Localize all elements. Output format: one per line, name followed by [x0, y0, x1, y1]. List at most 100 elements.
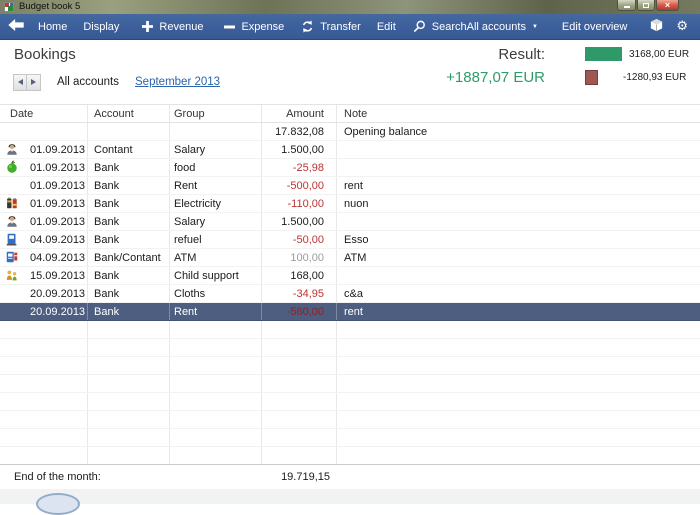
settings-button[interactable]: ⚙ [676, 20, 688, 33]
column-header-date[interactable]: Date [0, 105, 88, 122]
empty-table-row [0, 411, 700, 429]
booking-date: 01.09.2013 [30, 216, 85, 228]
window-title: Budget book 5 [19, 0, 80, 14]
column-header-group[interactable]: Group [170, 105, 262, 122]
table-row[interactable]: 04.09.2013Bank/ContantATM100,00ATM [0, 249, 700, 267]
reports-button[interactable] [649, 18, 664, 36]
accounts-dropdown[interactable]: All accounts ▼ [467, 21, 538, 33]
account-filter-label: All accounts [57, 76, 119, 88]
prev-month-button[interactable] [13, 74, 27, 91]
nav-display[interactable]: Display [83, 21, 119, 33]
budget-book-window: Budget book 5 × Home Display Revenue Exp… [0, 0, 700, 504]
nav-revenue[interactable]: Revenue [142, 21, 203, 33]
booking-date: 04.09.2013 [30, 234, 85, 246]
table-header: Date Account Group Amount Note [0, 104, 700, 123]
nav-home[interactable]: Home [38, 21, 67, 33]
booking-note: nuon [337, 195, 700, 212]
revenue-total: 3168,00 EUR [629, 49, 689, 60]
table-row[interactable]: 01.09.2013BankElectricity-110,00nuon [0, 195, 700, 213]
table-row[interactable]: 04.09.2013Bankrefuel-50,00Esso [0, 231, 700, 249]
nav-expense[interactable]: Expense [224, 21, 284, 33]
booking-date: 15.09.2013 [30, 270, 85, 282]
bookings-table-body: 17.832,08Opening balance01.09.2013Contan… [0, 123, 700, 465]
booking-note [337, 267, 700, 284]
atm-icon [5, 250, 21, 266]
next-month-button[interactable] [27, 74, 41, 91]
table-row[interactable]: 20.09.2013BankRent-560,00rent [0, 303, 700, 321]
booking-note: c&a [337, 285, 700, 302]
result-label: Result: [420, 46, 545, 63]
booking-amount: -110,00 [262, 195, 337, 212]
empty-table-row [0, 393, 700, 411]
column-header-account[interactable]: Account [88, 105, 170, 122]
period-navigator: All accounts September 2013 [13, 73, 220, 91]
booking-amount: -500,00 [262, 177, 337, 194]
booking-date: 04.09.2013 [30, 252, 85, 264]
month-summary: End of the month: 19.719,15 [0, 464, 700, 490]
booking-account: Bank/Contant [88, 249, 170, 266]
bookings-view: Bookings Result: +1887,07 EUR 3168,00 EU… [0, 40, 700, 504]
minimize-button[interactable] [617, 0, 636, 11]
booking-group: Rent [170, 177, 262, 194]
booking-group: Child support [170, 267, 262, 284]
gear-icon: ⚙ [676, 20, 688, 33]
booking-note [337, 213, 700, 230]
maximize-button[interactable] [637, 0, 655, 11]
cube-icon [649, 18, 664, 36]
person-icon [5, 214, 21, 230]
fuelpump-icon [5, 232, 21, 248]
booking-account [88, 123, 170, 140]
booking-date: 01.09.2013 [30, 162, 85, 174]
nav-transfer[interactable]: Transfer [301, 20, 361, 33]
table-row[interactable]: 20.09.2013BankCloths-34,95c&a [0, 285, 700, 303]
page-title: Bookings [14, 46, 76, 63]
booking-group: ATM [170, 249, 262, 266]
booking-group: Salary [170, 141, 262, 158]
booking-note [337, 159, 700, 176]
column-header-note[interactable]: Note [337, 105, 700, 122]
table-row[interactable]: 01.09.2013Bankfood-25,98 [0, 159, 700, 177]
nav-edit[interactable]: Edit [377, 21, 396, 33]
nav-search[interactable]: Search [413, 20, 467, 33]
window-titlebar: Budget book 5 × [0, 0, 700, 14]
booking-note: rent [337, 303, 700, 320]
booking-note: ATM [337, 249, 700, 266]
booking-note: rent [337, 177, 700, 194]
booking-date: 01.09.2013 [30, 198, 85, 210]
booking-group: food [170, 159, 262, 176]
back-button[interactable] [8, 19, 24, 34]
booking-account: Bank [88, 195, 170, 212]
booking-amount: 17.832,08 [262, 123, 337, 140]
table-row[interactable]: 17.832,08Opening balance [0, 123, 700, 141]
table-row[interactable]: 01.09.2013ContantSalary1.500,00 [0, 141, 700, 159]
chevron-right-icon [31, 79, 36, 85]
app-icon [4, 2, 14, 12]
search-icon [413, 20, 426, 33]
family-icon [5, 268, 21, 284]
booking-group: Electricity [170, 195, 262, 212]
booking-note: Esso [337, 231, 700, 248]
empty-table-row [0, 357, 700, 375]
booking-group: Salary [170, 213, 262, 230]
booking-account: Bank [88, 177, 170, 194]
table-row[interactable]: 01.09.2013BankRent-500,00rent [0, 177, 700, 195]
booking-date: 01.09.2013 [30, 144, 85, 156]
booking-group: refuel [170, 231, 262, 248]
booking-account: Bank [88, 285, 170, 302]
nav-edit-overview[interactable]: Edit overview [562, 21, 627, 33]
booking-amount: 100,00 [262, 249, 337, 266]
transfer-icon [301, 20, 314, 33]
booking-note: Opening balance [337, 123, 700, 140]
end-of-month-label: End of the month: [14, 471, 101, 483]
empty-table-row [0, 339, 700, 357]
table-row[interactable]: 15.09.2013BankChild support168,00 [0, 267, 700, 285]
table-row[interactable]: 01.09.2013BankSalary1.500,00 [0, 213, 700, 231]
battery-icon [5, 196, 21, 212]
close-button[interactable]: × [656, 0, 679, 11]
booking-group [170, 123, 262, 140]
person-icon [5, 142, 21, 158]
booking-account: Bank [88, 213, 170, 230]
column-header-amount[interactable]: Amount [262, 105, 337, 122]
period-link[interactable]: September 2013 [135, 76, 220, 88]
minus-icon [224, 25, 235, 29]
